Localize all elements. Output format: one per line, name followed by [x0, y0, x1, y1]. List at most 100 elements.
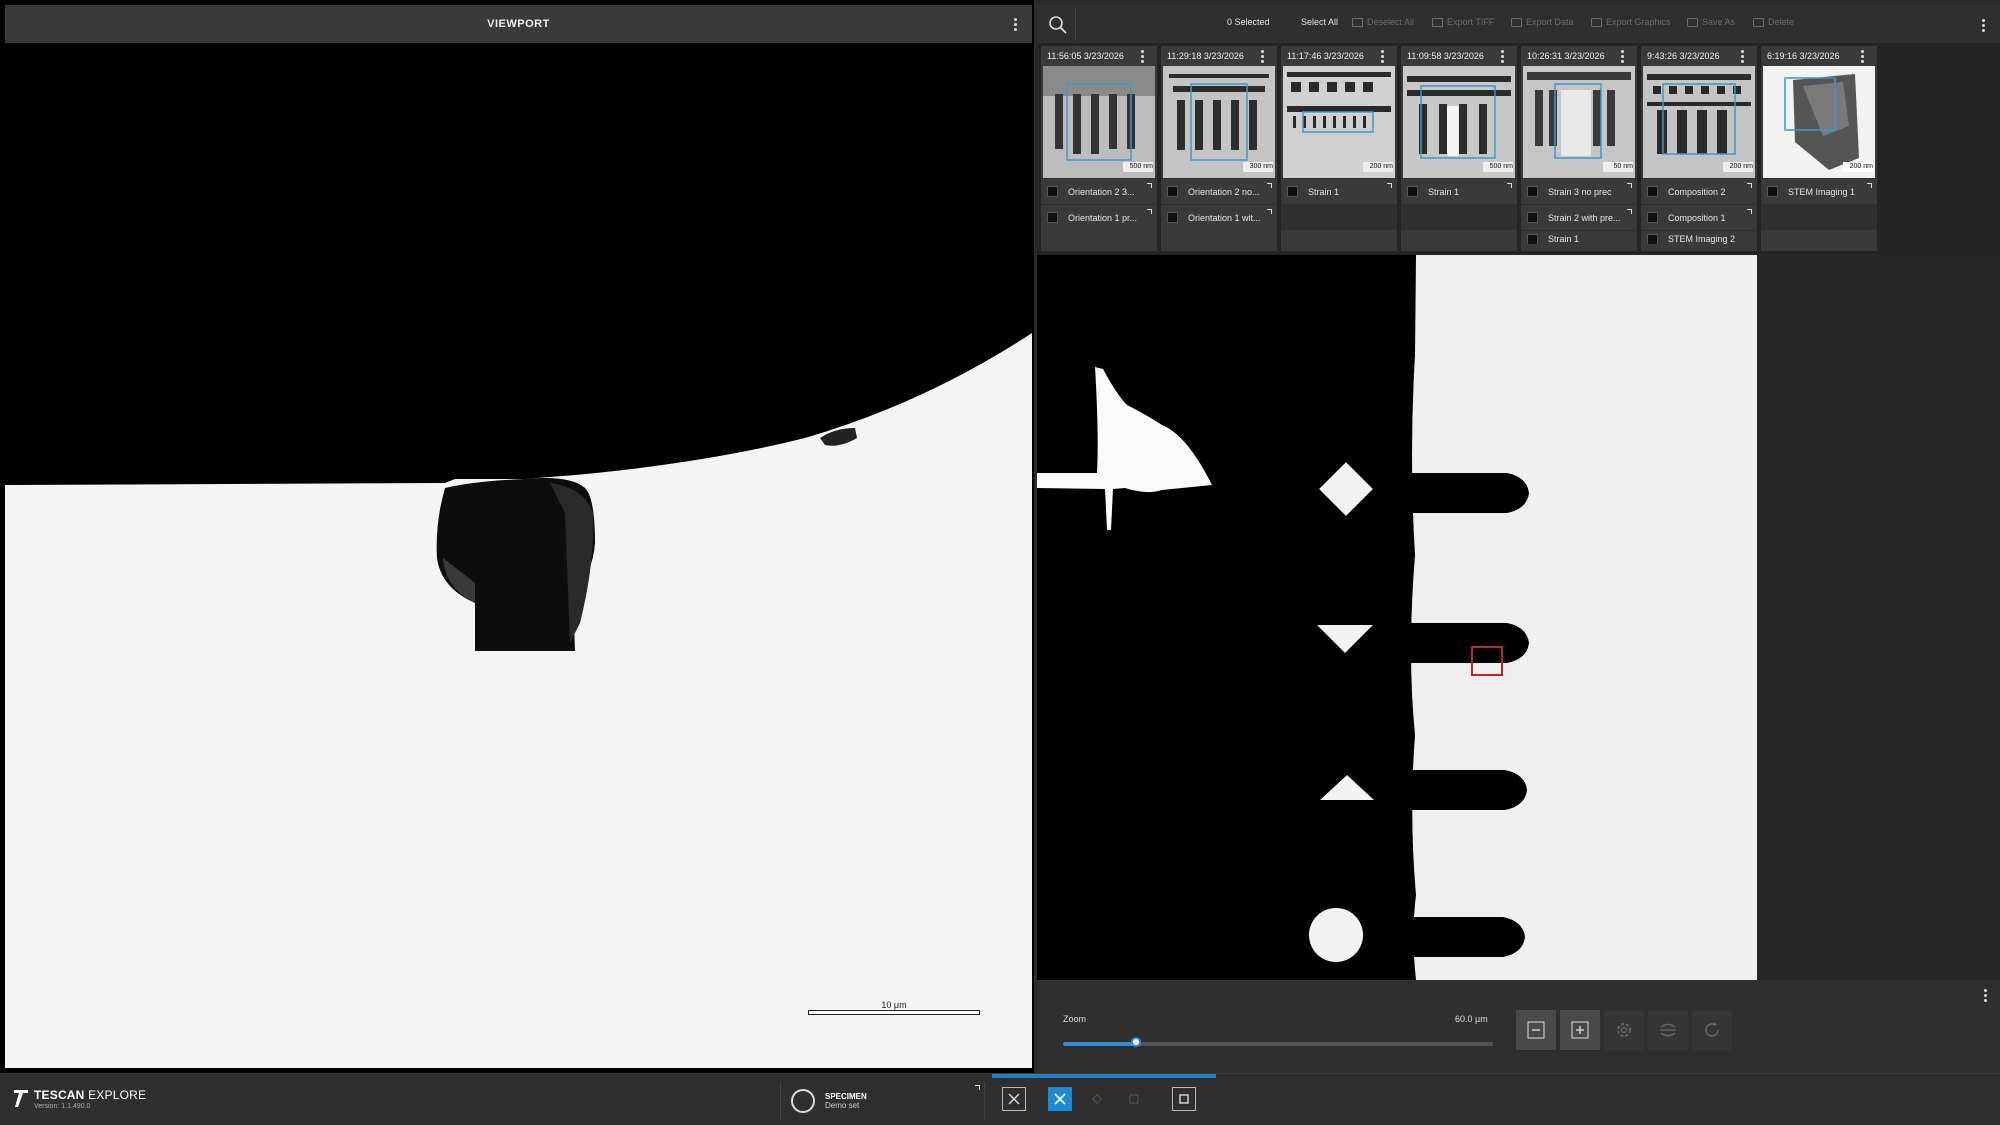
- item-checkbox[interactable]: [1527, 212, 1538, 223]
- deselect-all-button[interactable]: Deselect All: [1352, 17, 1414, 27]
- expand-icon[interactable]: [1627, 209, 1632, 214]
- item-checkbox[interactable]: [1047, 212, 1058, 223]
- fit-view-button[interactable]: [1002, 1087, 1026, 1111]
- export-icon: [1432, 17, 1443, 27]
- expand-icon[interactable]: [1147, 209, 1152, 214]
- card-thumbnail[interactable]: 200 nm: [1763, 66, 1875, 178]
- viewport-menu-icon[interactable]: [1006, 15, 1024, 33]
- card-menu-icon[interactable]: [1613, 47, 1631, 65]
- card-thumbnail[interactable]: 500 nm: [1043, 66, 1155, 178]
- card-menu-icon[interactable]: [1733, 47, 1751, 65]
- brand-version: Version: 1.1.490.0: [34, 1103, 91, 1110]
- frame-button[interactable]: [1172, 1087, 1196, 1111]
- item-checkbox[interactable]: [1647, 186, 1658, 197]
- search-icon[interactable]: [1047, 14, 1069, 36]
- card-item[interactable]: Orientation 2 no...: [1161, 178, 1277, 204]
- expand-icon[interactable]: [1387, 183, 1392, 188]
- gallery-card[interactable]: 11:56:05 3/23/2026 500 nm Orientation 2 …: [1041, 46, 1157, 251]
- card-item[interactable]: Strain 2 with pre...: [1521, 204, 1637, 230]
- card-menu-icon[interactable]: [1253, 47, 1271, 65]
- zoom-out-button[interactable]: [1516, 1010, 1556, 1050]
- expand-icon[interactable]: [1507, 183, 1512, 188]
- item-checkbox[interactable]: [1767, 186, 1778, 197]
- refresh-button[interactable]: [1692, 1010, 1732, 1050]
- card-item[interactable]: STEM Imaging 2: [1641, 230, 1757, 244]
- export-data-button[interactable]: Export Data: [1511, 17, 1574, 27]
- zoom-slider-fill: [1063, 1042, 1137, 1046]
- image-gallery: 11:56:05 3/23/2026 500 nm Orientation 2 …: [1037, 43, 2000, 255]
- item-label: Composition 1: [1668, 212, 1726, 223]
- gallery-card[interactable]: 9:43:26 3/23/2026 200 nm Composition 2 C…: [1641, 46, 1757, 251]
- item-label: Strain 1: [1428, 186, 1460, 197]
- item-checkbox[interactable]: [1167, 212, 1178, 223]
- card-menu-icon[interactable]: [1853, 47, 1871, 65]
- card-item-empty: [1761, 204, 1877, 230]
- gallery-card[interactable]: 10:26:31 3/23/2026 50 nm Strain 3 no pre…: [1521, 46, 1637, 251]
- export-tiff-button[interactable]: Export TIFF: [1432, 17, 1494, 27]
- item-checkbox[interactable]: [1527, 186, 1538, 197]
- item-checkbox[interactable]: [1047, 186, 1058, 197]
- zoom-in-button[interactable]: [1560, 1010, 1600, 1050]
- card-item[interactable]: Composition 1: [1641, 204, 1757, 230]
- expand-icon[interactable]: [1267, 183, 1272, 188]
- expand-icon[interactable]: [1267, 209, 1272, 214]
- area-mode-button[interactable]: [1122, 1087, 1146, 1111]
- item-checkbox[interactable]: [1647, 234, 1658, 244]
- card-item[interactable]: STEM Imaging 1: [1761, 178, 1877, 204]
- card-item[interactable]: Strain 1: [1401, 178, 1517, 204]
- item-label: Strain 1: [1308, 186, 1340, 197]
- navigate-icon: [1054, 1093, 1066, 1105]
- point-mode-button[interactable]: [1085, 1087, 1109, 1111]
- settings-button[interactable]: [1604, 1010, 1644, 1050]
- card-thumbnail[interactable]: 300 nm: [1163, 66, 1275, 178]
- align-button[interactable]: [1648, 1010, 1688, 1050]
- zoom-value: 60.0 µm: [1455, 1014, 1488, 1024]
- item-checkbox[interactable]: [1527, 234, 1538, 244]
- item-checkbox[interactable]: [1407, 186, 1418, 197]
- expand-icon[interactable]: [1147, 183, 1152, 188]
- item-label: Orientation 1 wit...: [1188, 212, 1261, 223]
- card-item[interactable]: Composition 2: [1641, 178, 1757, 204]
- gallery-card[interactable]: 11:09:58 3/23/2026 500 nm Strain 1: [1401, 46, 1517, 251]
- card-item[interactable]: Strain 1: [1521, 230, 1637, 244]
- expand-icon[interactable]: [1747, 183, 1752, 188]
- card-menu-icon[interactable]: [1373, 47, 1391, 65]
- delete-button[interactable]: Delete: [1753, 17, 1794, 27]
- select-all-button[interactable]: Select All: [1301, 17, 1338, 27]
- selected-count: 0 Selected: [1227, 17, 1270, 27]
- gallery-card[interactable]: 11:17:46 3/23/2026 200 nm Strain 1: [1281, 46, 1397, 251]
- thumbnail-scale: 500 nm: [1129, 163, 1153, 170]
- expand-icon[interactable]: [975, 1085, 980, 1090]
- item-checkbox[interactable]: [1647, 212, 1658, 223]
- item-label: Strain 1: [1548, 234, 1580, 244]
- card-thumbnail[interactable]: 200 nm: [1283, 66, 1395, 178]
- thumbnail-scale: 300 nm: [1249, 163, 1273, 170]
- export-graphics-button[interactable]: Export Graphics: [1591, 17, 1671, 27]
- item-label: Strain 3 no prec: [1548, 186, 1612, 197]
- expand-icon[interactable]: [1747, 209, 1752, 214]
- card-item[interactable]: Orientation 1 wit...: [1161, 204, 1277, 230]
- item-checkbox[interactable]: [1167, 186, 1178, 197]
- card-item[interactable]: Orientation 1 pr...: [1041, 204, 1157, 230]
- align-icon: [1660, 1023, 1676, 1037]
- card-menu-icon[interactable]: [1133, 47, 1151, 65]
- card-thumbnail[interactable]: 200 nm: [1643, 66, 1755, 178]
- scalebar-label: 10 μm: [881, 1000, 907, 1010]
- expand-icon[interactable]: [1627, 183, 1632, 188]
- card-menu-icon[interactable]: [1493, 47, 1511, 65]
- viewport-image[interactable]: [5, 43, 1032, 1068]
- toolbar-menu-icon[interactable]: [1974, 16, 1992, 34]
- expand-icon[interactable]: [1867, 183, 1872, 188]
- save-as-button[interactable]: Save As: [1687, 17, 1735, 27]
- zoom-panel-menu-icon[interactable]: [1976, 986, 1994, 1004]
- gallery-card[interactable]: 6:19:16 3/23/2026 200 nm STEM Imaging 1: [1761, 46, 1877, 251]
- specimen-selector[interactable]: SPECIMEN Demo set: [780, 1082, 985, 1120]
- card-thumbnail[interactable]: 50 nm: [1523, 66, 1635, 178]
- card-item[interactable]: Strain 3 no prec: [1521, 178, 1637, 204]
- card-thumbnail[interactable]: 500 nm: [1403, 66, 1515, 178]
- item-checkbox[interactable]: [1287, 186, 1298, 197]
- navigate-mode-button[interactable]: [1048, 1087, 1072, 1111]
- gallery-card[interactable]: 11:29:18 3/23/2026 300 nm Orientation 2 …: [1161, 46, 1277, 251]
- card-item[interactable]: Orientation 2 3...: [1041, 178, 1157, 204]
- card-item[interactable]: Strain 1: [1281, 178, 1397, 204]
